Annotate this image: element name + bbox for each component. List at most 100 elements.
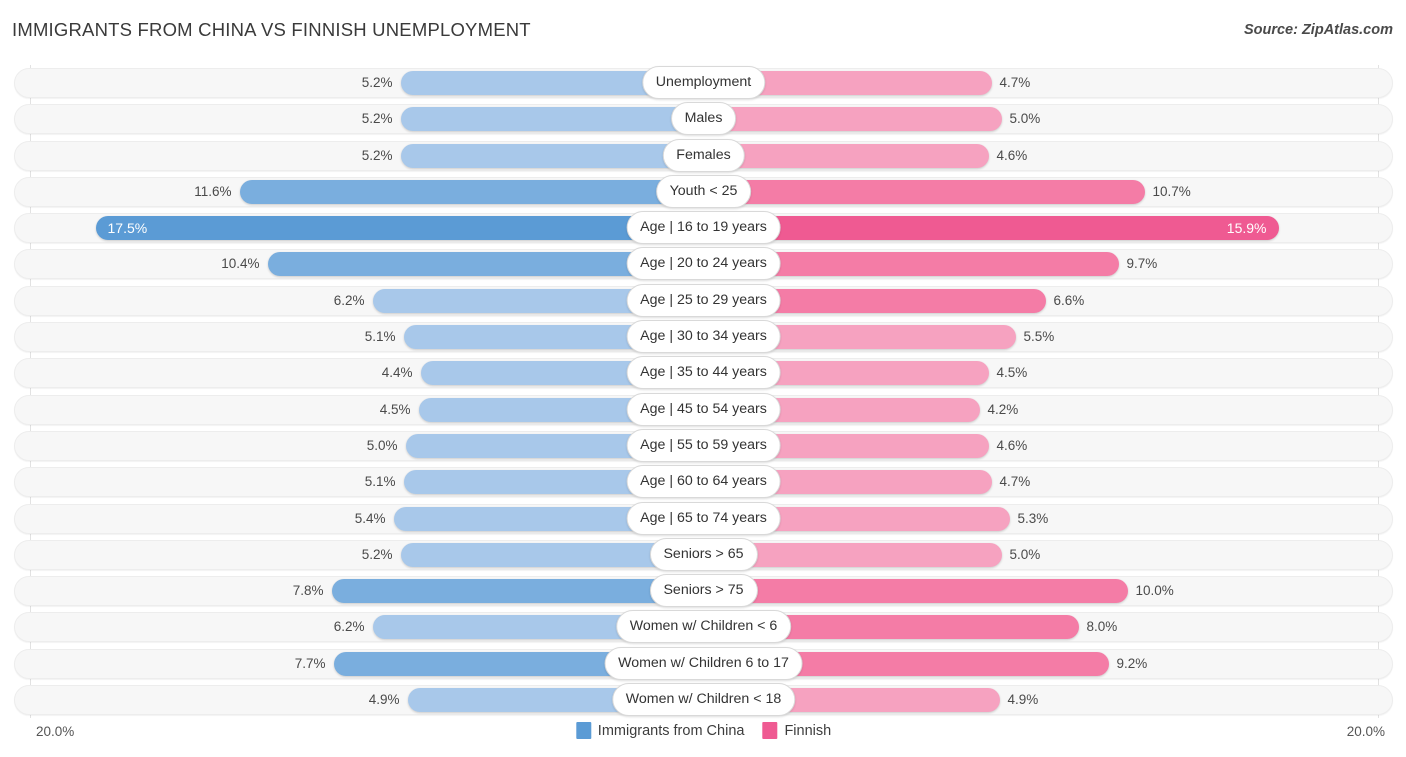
bar-value-finnish: 8.0% [1086, 619, 1118, 635]
axis-max-label: 20.0% [1346, 724, 1385, 739]
bar-value-immigrants-from-china: 10.4% [221, 256, 260, 272]
bar-row: 11.6% 10.7% Youth < 25 [14, 174, 1393, 210]
row-label-pill: Age | 55 to 59 years [626, 428, 781, 462]
bar-immigrants-from-china [400, 143, 704, 168]
bar-rows: 5.2% 4.7% Unemployment 5.2% 5.0% Males 5.2% 4.6… [14, 65, 1393, 718]
bar-immigrants-from-china [95, 216, 704, 241]
bar-value-immigrants-from-china: 5.1% [364, 474, 396, 490]
row-label-pill: Males [670, 102, 737, 136]
bar-row: 6.2% 8.0% Women w/ Children < 6 [14, 609, 1393, 645]
row-label-pill: Seniors > 65 [649, 537, 758, 571]
legend-label: Finnish [784, 722, 832, 739]
row-label-pill: Age | 30 to 34 years [626, 320, 781, 354]
bar-value-finnish: 10.7% [1152, 183, 1191, 199]
bar-fill [95, 216, 704, 241]
bar-immigrants-from-china [239, 179, 704, 204]
row-label-pill: Unemployment [641, 66, 766, 99]
bar-row: 4.5% 4.2% Age | 45 to 54 years [14, 392, 1393, 428]
legend-label: Immigrants from China [597, 722, 745, 739]
row-label-pill: Age | 45 to 54 years [626, 392, 781, 426]
bar-finnish [703, 179, 1145, 204]
bar-finnish [703, 579, 1128, 604]
bar-row: 5.2% 4.6% Females [14, 138, 1393, 174]
bar-value-finnish: 4.6% [996, 147, 1028, 163]
bar-value-immigrants-from-china: 5.1% [364, 329, 396, 345]
bar-row: 5.1% 4.7% Age | 60 to 64 years [14, 464, 1393, 500]
bar-row: 4.9% 4.9% Women w/ Children < 18 [14, 682, 1393, 718]
bar-value-finnish: 10.0% [1135, 583, 1174, 599]
bar-fill [703, 216, 1279, 241]
bar-value-finnish: 15.9% [1226, 220, 1267, 237]
bar-fill [400, 143, 704, 168]
legend-swatch-icon [575, 722, 591, 739]
bar-value-immigrants-from-china: 11.6% [194, 183, 232, 199]
bar-fill [239, 179, 704, 204]
bar-value-immigrants-from-china: 5.0% [366, 437, 398, 453]
bar-row: 5.1% 5.5% Age | 30 to 34 years [14, 319, 1393, 355]
row-label-pill: Age | 25 to 29 years [626, 283, 781, 317]
bar-value-finnish: 6.6% [1053, 292, 1085, 308]
row-label-pill: Age | 65 to 74 years [626, 501, 781, 535]
bar-value-finnish: 4.7% [999, 474, 1031, 490]
bar-value-immigrants-from-china: 6.2% [333, 619, 365, 635]
row-label-pill: Women w/ Children 6 to 17 [604, 646, 803, 680]
row-label-pill: Age | 35 to 44 years [626, 356, 781, 390]
bar-row: 10.4% 9.7% Age | 20 to 24 years [14, 246, 1393, 282]
row-label-pill: Age | 20 to 24 years [626, 247, 781, 281]
legend-item[interactable]: Finnish [762, 722, 831, 739]
bar-immigrants-from-china [331, 579, 704, 604]
plot-area: 5.2% 4.7% Unemployment 5.2% 5.0% Males 5.2% 4.6… [14, 65, 1393, 718]
page-title: IMMIGRANTS FROM CHINA VS FINNISH UNEMPLO… [12, 19, 531, 40]
bar-row: 5.4% 5.3% Age | 65 to 74 years [14, 501, 1393, 537]
bar-fill [703, 107, 1002, 132]
bar-value-immigrants-from-china: 5.2% [361, 111, 393, 127]
bar-value-immigrants-from-china: 4.9% [368, 692, 400, 708]
bar-fill [703, 179, 1145, 204]
bar-row: 6.2% 6.6% Age | 25 to 29 years [14, 283, 1393, 319]
bar-value-immigrants-from-china: 5.4% [354, 510, 386, 526]
bar-value-immigrants-from-china: 4.5% [379, 401, 411, 417]
source-attribution: Source: ZipAtlas.com [1243, 22, 1393, 38]
bar-row: 5.2% 4.7% Unemployment [14, 65, 1393, 101]
bar-row: 5.2% 5.0% Males [14, 101, 1393, 137]
bar-value-finnish: 5.0% [1009, 546, 1041, 562]
bar-value-finnish: 4.7% [999, 75, 1031, 90]
bar-row: 5.0% 4.6% Age | 55 to 59 years [14, 428, 1393, 464]
bar-value-finnish: 5.3% [1017, 510, 1049, 526]
bar-value-immigrants-from-china: 17.5% [107, 220, 148, 237]
bar-row: 17.5% 15.9% Age | 16 to 19 years [14, 210, 1393, 246]
bar-value-finnish: 4.2% [987, 401, 1019, 417]
row-label-pill: Females [662, 138, 745, 172]
bar-value-immigrants-from-china: 5.2% [361, 546, 393, 562]
axis-min-label: 20.0% [36, 724, 75, 739]
bar-finnish [703, 107, 1002, 132]
bar-immigrants-from-china [400, 107, 704, 132]
bar-fill [331, 579, 704, 604]
bar-value-immigrants-from-china: 6.2% [333, 292, 365, 308]
row-label-pill: Women w/ Children < 18 [611, 683, 796, 717]
bar-value-finnish: 5.5% [1023, 329, 1055, 345]
bar-row: 7.8% 10.0% Seniors > 75 [14, 573, 1393, 609]
row-label-pill: Age | 16 to 19 years [626, 211, 781, 245]
bar-row: 7.7% 9.2% Women w/ Children 6 to 17 [14, 646, 1393, 682]
bar-value-immigrants-from-china: 7.8% [292, 583, 324, 599]
row-label-pill: Women w/ Children < 6 [615, 610, 792, 644]
row-label-pill: Seniors > 75 [649, 574, 758, 608]
bar-finnish [703, 216, 1279, 241]
bar-finnish [703, 143, 989, 168]
legend: Immigrants from China Finnish [575, 722, 831, 739]
bar-value-immigrants-from-china: 5.2% [361, 75, 393, 90]
bar-fill [703, 143, 989, 168]
legend-swatch-icon [762, 722, 778, 739]
row-label-pill: Age | 60 to 64 years [626, 465, 781, 499]
bar-value-finnish: 4.6% [996, 437, 1028, 453]
bar-value-finnish: 5.0% [1009, 111, 1041, 127]
legend-item[interactable]: Immigrants from China [575, 722, 745, 739]
bar-row: 4.4% 4.5% Age | 35 to 44 years [14, 355, 1393, 391]
bar-value-finnish: 9.7% [1126, 256, 1158, 272]
bar-fill [400, 107, 704, 132]
bar-fill [703, 579, 1128, 604]
row-label-pill: Youth < 25 [655, 174, 752, 208]
bar-value-immigrants-from-china: 7.7% [294, 655, 326, 671]
bar-value-immigrants-from-china: 5.2% [361, 147, 393, 163]
